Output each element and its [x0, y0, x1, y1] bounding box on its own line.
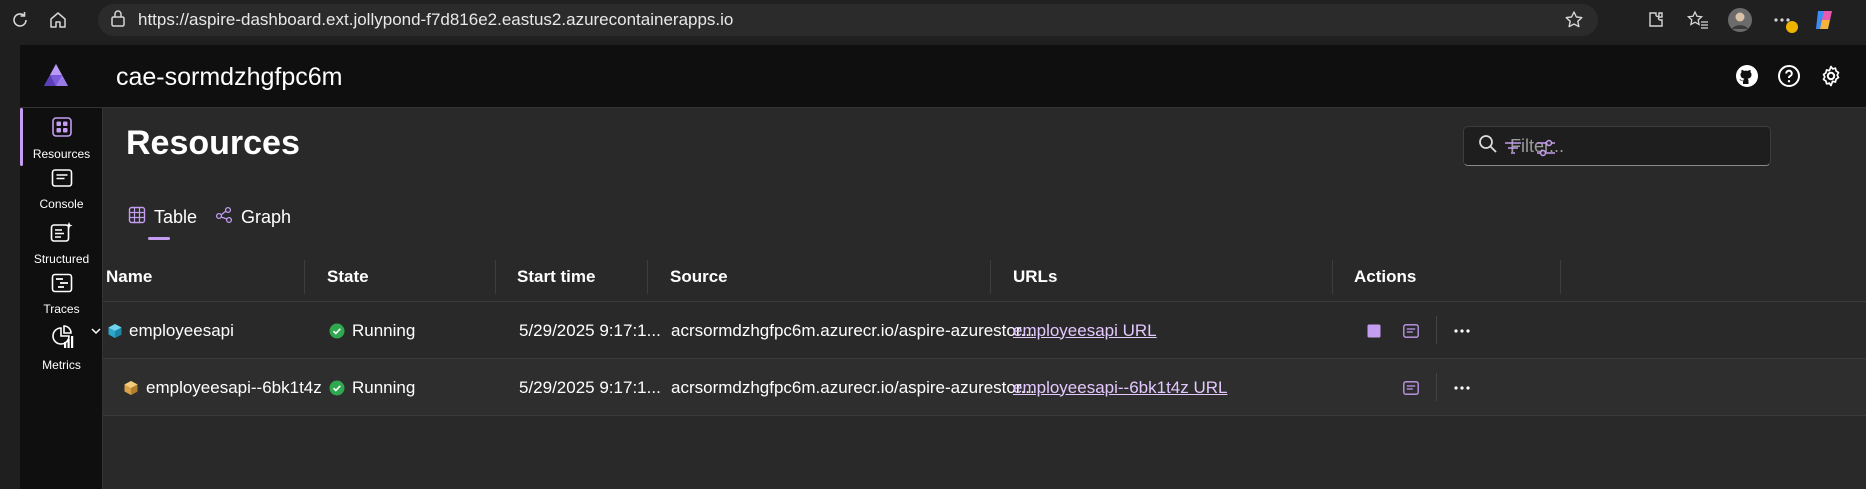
filter-lines-icon[interactable]: [1499, 134, 1527, 162]
resource-state: Running: [352, 377, 416, 397]
divider: [1436, 373, 1437, 401]
resource-start-time: 5/29/2025 9:17:1...: [519, 320, 661, 340]
column-resize-handle[interactable]: [990, 260, 991, 294]
resource-start-time: 5/29/2025 9:17:1...: [519, 377, 661, 397]
table-row[interactable]: employeesapi Running 5/29/2025 9:17:1...…: [91, 302, 1866, 359]
url-text[interactable]: https://aspire-dashboard.ext.jollypond-f…: [138, 10, 733, 30]
resource-source: acrsormdzhgfpc6m.azurecr.io/aspire-azure…: [671, 377, 1035, 397]
sidebar-item-label: Console: [39, 197, 84, 211]
sidebar-nav: Resources Console Structured Traces Metr…: [20, 108, 103, 489]
column-header-actions: Actions: [1354, 267, 1417, 286]
extensions-icon[interactable]: [1640, 4, 1672, 36]
search-icon: [1478, 134, 1498, 159]
favorite-star-icon[interactable]: [1564, 10, 1584, 35]
column-resize-handle[interactable]: [1332, 260, 1333, 294]
tab-label: Table: [154, 206, 198, 227]
address-bar[interactable]: https://aspire-dashboard.ext.jollypond-f…: [98, 4, 1598, 36]
sidebar-item-label: Metrics: [42, 358, 81, 372]
sidebar-item-label: Traces: [43, 302, 80, 316]
help-icon[interactable]: [1774, 61, 1804, 91]
app-header: cae-sormdzhgfpc6m: [20, 45, 1866, 108]
sidebar-item-label: Resources: [32, 147, 91, 161]
column-resize-handle[interactable]: [495, 260, 496, 294]
page-title: Resources: [126, 124, 300, 162]
graph-nodes-icon: [215, 206, 233, 229]
table-row[interactable]: employeesapi--6bk1t4z Running 5/29/2025 …: [103, 359, 1866, 416]
resource-url-link[interactable]: employeesapi--6bk1t4z URL: [1013, 359, 1228, 416]
table-header-row: Name State Start time Source URLs Action…: [103, 252, 1866, 302]
settings-gear-icon[interactable]: [1816, 61, 1846, 91]
copilot-icon[interactable]: [1808, 4, 1840, 36]
metrics-icon: [50, 325, 74, 354]
stop-button[interactable]: [1367, 302, 1381, 359]
tab-table[interactable]: Table: [128, 202, 198, 240]
resource-name: employeesapi: [129, 320, 234, 340]
sidebar-item-structured[interactable]: Structured: [20, 213, 103, 271]
tab-graph[interactable]: Graph: [215, 202, 291, 232]
more-actions-icon[interactable]: [1453, 359, 1471, 416]
aspire-logo-icon[interactable]: [42, 62, 70, 95]
warning-badge-icon: [1786, 21, 1798, 33]
more-actions-icon[interactable]: [1453, 302, 1471, 359]
project-cube-icon: [107, 302, 123, 359]
column-header-urls[interactable]: URLs: [1013, 252, 1057, 302]
structured-icon: [50, 221, 74, 248]
column-header-name[interactable]: Name: [106, 252, 152, 302]
github-icon[interactable]: [1732, 61, 1762, 91]
resource-name: employeesapi--6bk1t4z: [146, 377, 322, 397]
more-options-icon[interactable]: [1766, 4, 1798, 36]
tab-label: Graph: [241, 206, 292, 227]
resource-url-link[interactable]: employeesapi URL: [1013, 302, 1157, 359]
profile-avatar[interactable]: [1724, 4, 1756, 36]
column-header-source[interactable]: Source: [670, 252, 728, 302]
console-icon: [51, 168, 73, 193]
resources-icon: [51, 116, 73, 143]
running-status-icon: [329, 302, 345, 359]
column-resize-handle[interactable]: [647, 260, 648, 294]
home-icon[interactable]: [40, 2, 76, 38]
console-logs-button[interactable]: [1403, 359, 1419, 416]
divider: [1436, 316, 1437, 344]
resources-table: Name State Start time Source URLs Action…: [91, 252, 1866, 416]
browser-toolbar: https://aspire-dashboard.ext.jollypond-f…: [0, 0, 1866, 40]
app-title: cae-sormdzhgfpc6m: [116, 63, 343, 91]
favorites-icon[interactable]: [1682, 4, 1714, 36]
sidebar-item-resources[interactable]: Resources: [20, 108, 103, 166]
column-resize-handle[interactable]: [304, 260, 305, 294]
table-grid-icon: [128, 206, 146, 229]
sidebar-item-label: Structured: [33, 252, 90, 266]
running-status-icon: [329, 359, 345, 416]
resource-state: Running: [352, 320, 416, 340]
refresh-icon[interactable]: [2, 2, 38, 38]
replica-box-icon: [123, 359, 139, 416]
console-logs-button[interactable]: [1403, 302, 1419, 359]
resource-source: acrsormdzhgfpc6m.azurecr.io/aspire-azure…: [671, 320, 1035, 340]
view-tabs: Table Graph: [128, 202, 291, 240]
column-resize-handle[interactable]: [1560, 260, 1561, 294]
sidebar-item-console[interactable]: Console: [20, 160, 103, 218]
lock-icon: [110, 9, 126, 32]
column-header-start-time[interactable]: Start time: [517, 252, 595, 302]
settings-sliders-icon[interactable]: [1532, 134, 1560, 162]
traces-icon: [51, 273, 73, 298]
expand-chevron-icon[interactable]: [90, 302, 102, 359]
main-content: Resources Table Graph Name State: [91, 108, 1866, 489]
column-header-state[interactable]: State: [327, 252, 369, 302]
